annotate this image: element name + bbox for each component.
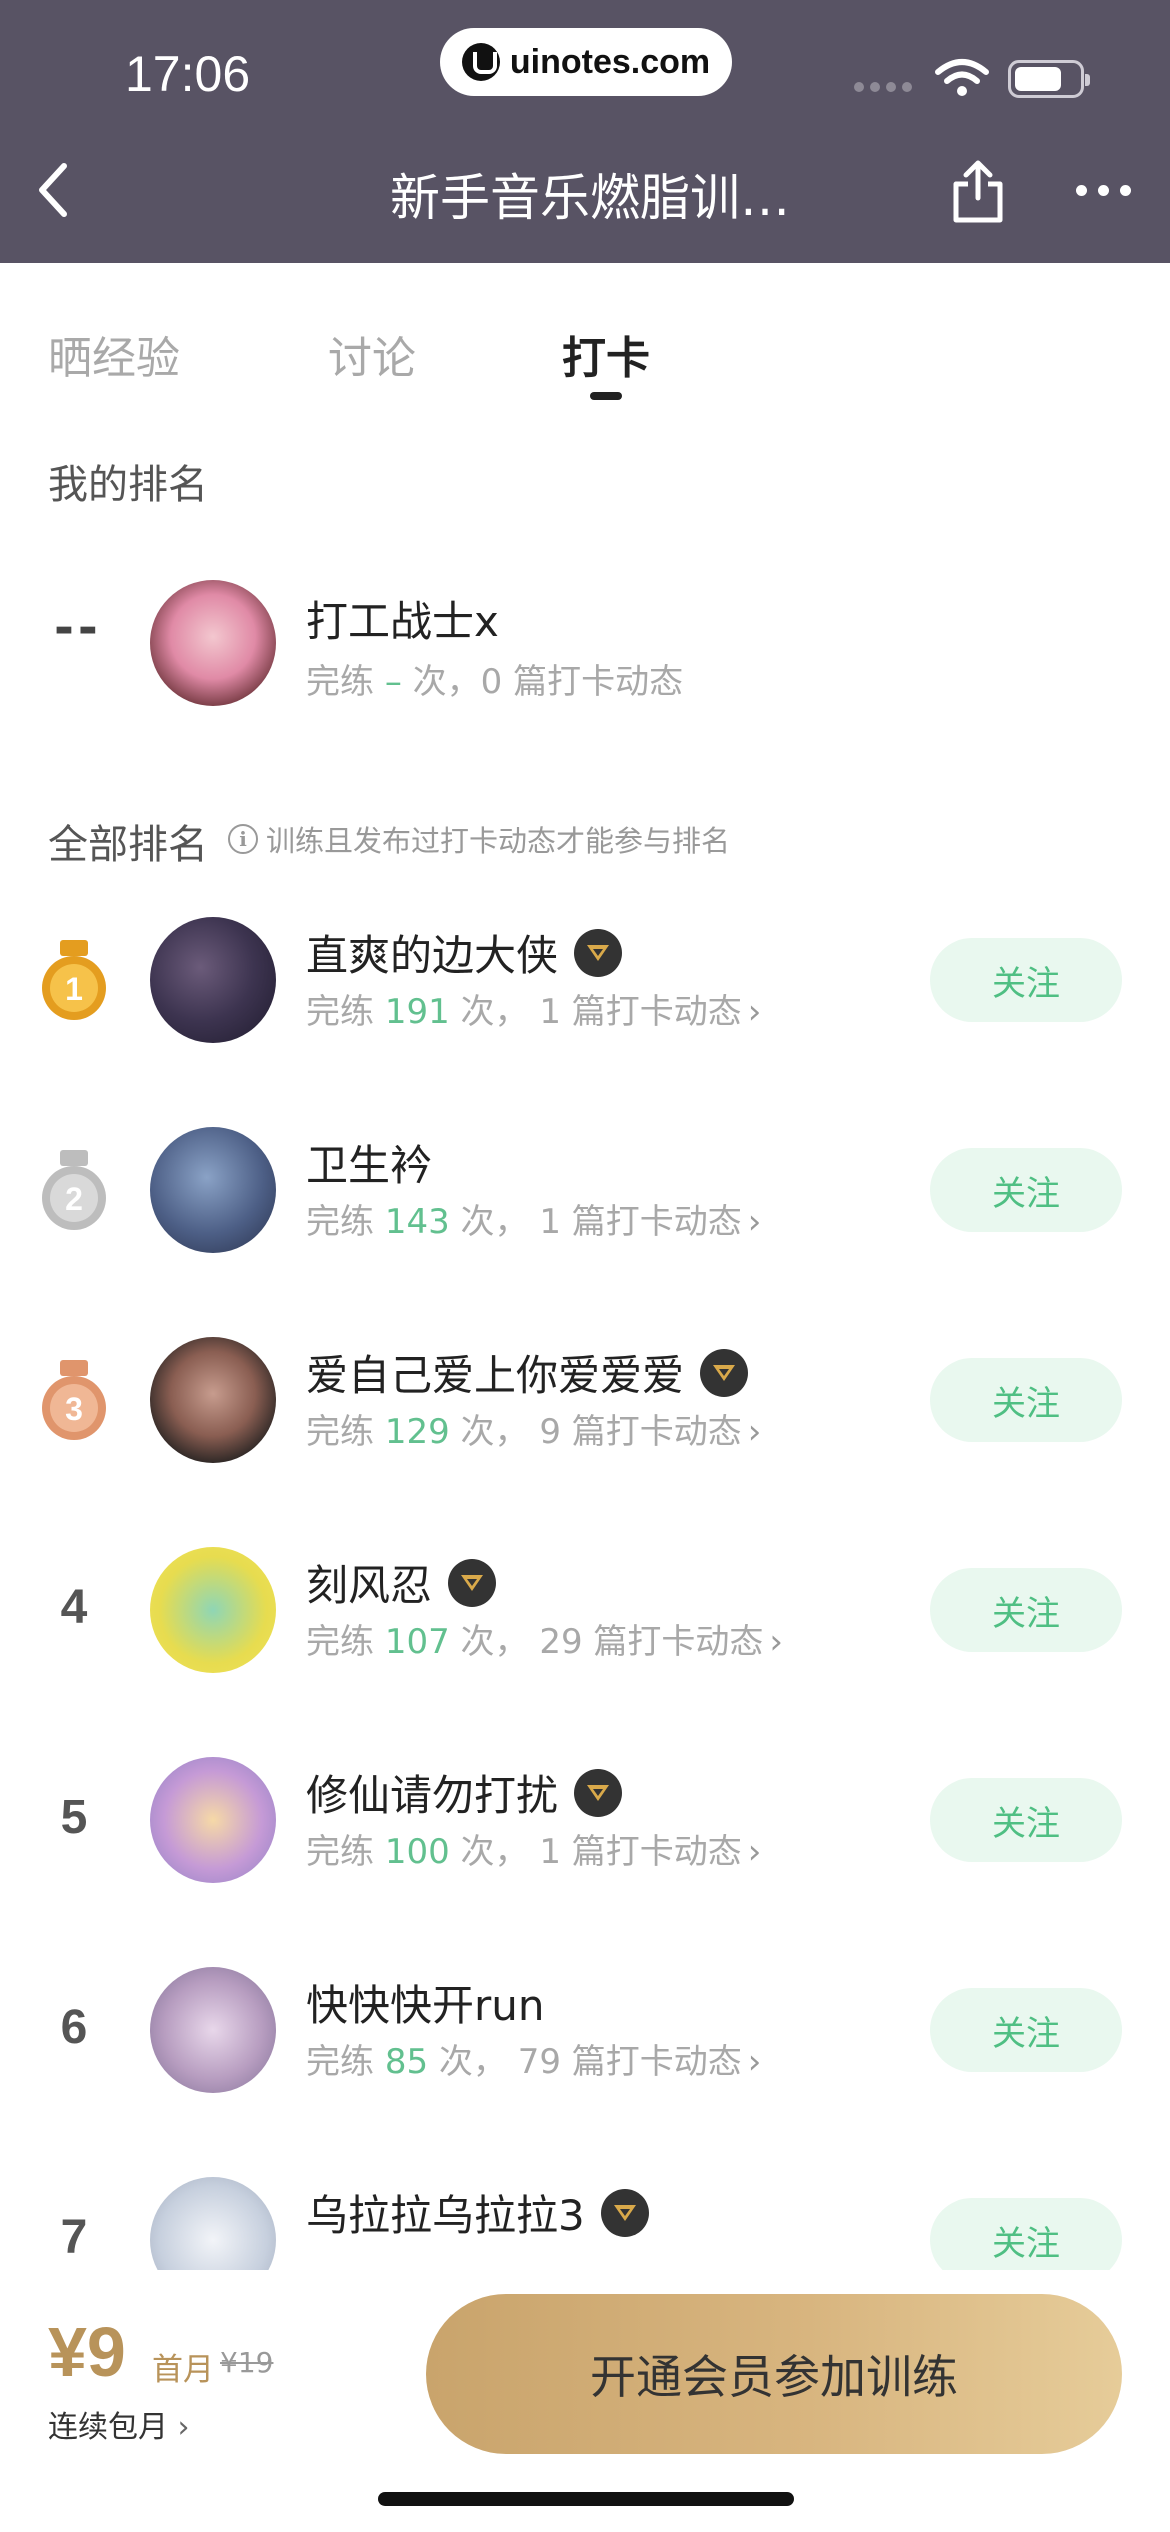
user-name[interactable]: 刻风忍 xyxy=(306,1552,497,1613)
follow-button[interactable]: 关注 xyxy=(930,1778,1122,1862)
follow-button[interactable]: 关注 xyxy=(930,1358,1122,1442)
svg-text:1: 1 xyxy=(65,971,83,1007)
user-stats-link[interactable]: 完练 191 次， 1 篇打卡动态 › xyxy=(306,984,761,1033)
follow-button[interactable]: 关注 xyxy=(930,938,1122,1022)
tab-discussion[interactable]: 讨论 xyxy=(328,322,416,386)
vip-badge-icon xyxy=(600,2188,649,2237)
medal-silver-icon: 2 xyxy=(42,1150,106,1230)
tab-experience[interactable]: 晒经验 xyxy=(48,322,180,386)
tab-bar: 晒经验 讨论 打卡 xyxy=(0,310,1170,410)
battery-icon xyxy=(1008,60,1090,98)
user-name-text: 刻风忍 xyxy=(306,1561,433,1610)
vip-badge-icon xyxy=(448,1558,497,1607)
user-stats-link[interactable]: 完练 100 次， 1 篇打卡动态 › xyxy=(306,1824,761,1873)
url-text: uinotes.com xyxy=(509,42,711,81)
user-avatar[interactable] xyxy=(150,1967,276,2093)
user-avatar[interactable] xyxy=(150,1127,276,1253)
user-stats-link[interactable]: 完练 107 次， 29 篇打卡动态 › xyxy=(306,1614,783,1663)
follow-button[interactable]: 关注 xyxy=(930,1988,1122,2072)
user-name[interactable]: 快快快开run xyxy=(306,1972,545,2033)
user-name-text: 乌拉拉乌拉拉3 xyxy=(306,2191,585,2240)
first-month-label: 首月 xyxy=(152,2352,214,2388)
user-avatar[interactable] xyxy=(150,917,276,1043)
wifi-icon xyxy=(935,59,989,96)
rank-number: 5 xyxy=(60,1791,88,1844)
share-icon[interactable] xyxy=(948,158,1008,224)
my-avatar[interactable] xyxy=(150,580,276,706)
user-avatar[interactable] xyxy=(150,1757,276,1883)
site-logo-icon xyxy=(461,43,500,81)
signal-icon xyxy=(854,82,912,92)
ranking-hint: i 训练且发布过打卡动态才能参与排名 xyxy=(228,818,730,860)
user-name-text: 爱自己爱上你爱爱爱 xyxy=(306,1351,685,1400)
user-avatar[interactable] xyxy=(150,1337,276,1463)
user-name-text: 快快快开run xyxy=(306,1981,545,2030)
user-name[interactable]: 修仙请勿打扰 xyxy=(306,1762,623,1823)
back-icon[interactable] xyxy=(30,160,80,220)
vip-badge-icon xyxy=(574,1768,623,1817)
vip-badge-icon xyxy=(574,928,623,977)
more-icon[interactable] xyxy=(1076,185,1131,196)
vip-badge-icon xyxy=(700,1348,749,1397)
user-stats-link[interactable]: 完练 85 次， 79 篇打卡动态 › xyxy=(306,2034,761,2083)
info-icon[interactable]: i xyxy=(228,824,258,854)
status-time: 17:06 xyxy=(125,46,251,102)
user-name-text: 修仙请勿打扰 xyxy=(306,1771,559,1820)
user-name-text: 卫生衿 xyxy=(306,1141,433,1190)
tab-checkin[interactable]: 打卡 xyxy=(562,322,650,386)
user-name[interactable]: 乌拉拉乌拉拉3 xyxy=(306,2182,649,2243)
svg-text:3: 3 xyxy=(65,1391,83,1427)
join-membership-button[interactable]: 开通会员参加训练 xyxy=(426,2294,1122,2454)
my-ranking-label: 我的排名 xyxy=(48,462,208,508)
rank-number: 4 xyxy=(60,1581,88,1634)
svg-text:2: 2 xyxy=(65,1181,83,1217)
user-name[interactable]: 爱自己爱上你爱爱爱 xyxy=(306,1342,749,1403)
monthly-subscription-link[interactable]: 连续包月 › xyxy=(48,2402,190,2446)
page-title: 新手音乐燃脂训… xyxy=(390,169,790,227)
user-name[interactable]: 卫生衿 xyxy=(306,1132,432,1193)
medal-bronze-icon: 3 xyxy=(42,1360,106,1440)
rank-number: 7 xyxy=(60,2211,88,2264)
my-rank-value: -- xyxy=(54,600,102,656)
user-stats-link[interactable]: 完练 143 次， 1 篇打卡动态 › xyxy=(306,1194,761,1243)
rank-number: 6 xyxy=(60,2001,88,2054)
all-ranking-label: 全部排名 xyxy=(48,822,208,868)
my-stats: 完练 – 次，0 篇打卡动态 xyxy=(306,662,684,702)
medal-gold-icon: 1 xyxy=(42,940,106,1020)
home-indicator xyxy=(378,2492,794,2506)
tab-indicator xyxy=(590,392,622,400)
follow-button[interactable]: 关注 xyxy=(930,1568,1122,1652)
user-name-text: 直爽的边大侠 xyxy=(306,931,559,980)
user-name[interactable]: 直爽的边大侠 xyxy=(306,922,623,983)
original-price: ¥19 xyxy=(220,2346,274,2379)
my-name: 打工战士x xyxy=(306,597,499,646)
user-avatar[interactable] xyxy=(150,1547,276,1673)
top-bar: 17:06 uinotes.com 新手音乐燃脂训… xyxy=(0,0,1170,263)
user-stats-link[interactable]: 完练 129 次， 9 篇打卡动态 › xyxy=(306,1404,761,1453)
follow-button[interactable]: 关注 xyxy=(930,1148,1122,1232)
price: ¥9 xyxy=(48,2313,126,2391)
url-pill[interactable]: uinotes.com xyxy=(440,28,732,96)
